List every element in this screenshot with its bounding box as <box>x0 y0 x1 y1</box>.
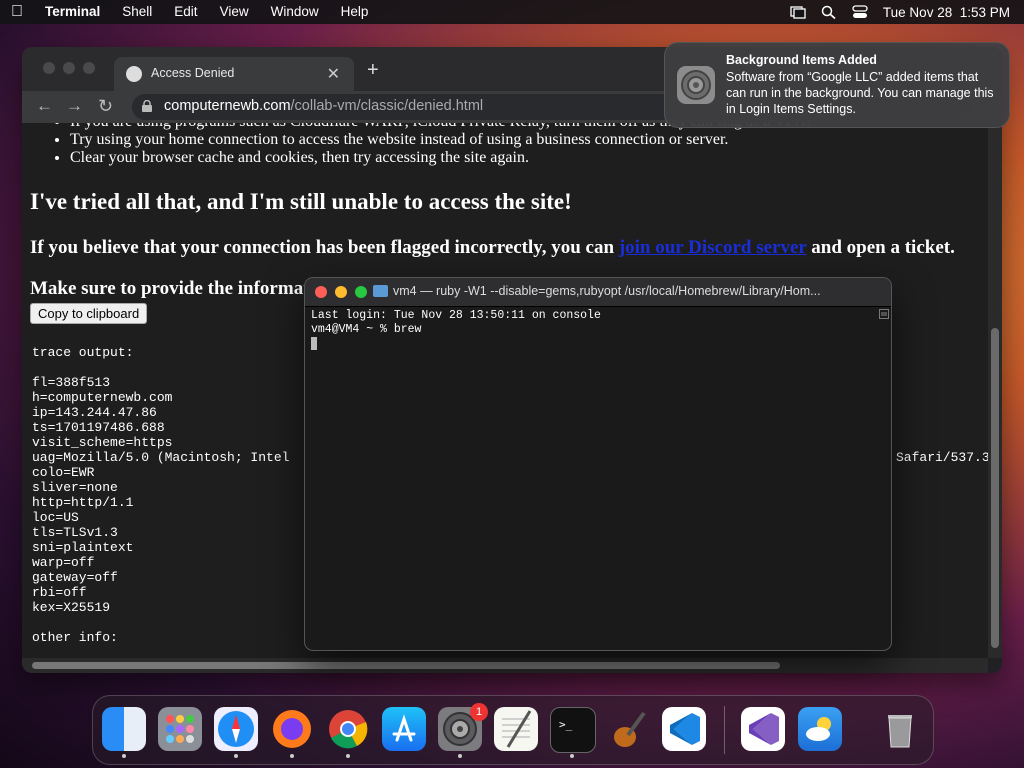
horizontal-scrollbar[interactable] <box>22 658 988 673</box>
running-indicator <box>570 754 574 758</box>
url-text: computernewb.com/collab-vm/classic/denie… <box>164 98 483 114</box>
discord-link[interactable]: join our Discord server <box>619 237 807 258</box>
scroll-thumb[interactable] <box>991 328 999 648</box>
terminal-cursor <box>311 337 317 350</box>
menu-view[interactable]: View <box>209 0 260 24</box>
terminal-titlebar[interactable]: vm4 — ruby -W1 --disable=gems,rubyopt /u… <box>305 278 891 307</box>
terminal-output[interactable]: Last login: Tue Nov 28 13:50:11 on conso… <box>311 309 601 352</box>
notification-banner[interactable]: Background Items Added Software from “Go… <box>664 42 1010 128</box>
svg-text:>_: >_ <box>559 718 573 731</box>
make-sure-text: Make sure to provide the informat <box>30 278 310 299</box>
url-host: computernewb.com <box>164 98 291 114</box>
notification-title: Background Items Added <box>726 53 877 67</box>
scroll-thumb[interactable] <box>32 662 780 669</box>
menu-help[interactable]: Help <box>330 0 380 24</box>
terminal-scrollbar[interactable] <box>879 308 889 648</box>
page-heading: I've tried all that, and I'm still unabl… <box>30 189 572 214</box>
running-indicator <box>234 754 238 758</box>
trash-icon[interactable] <box>878 707 922 751</box>
firefox-icon[interactable] <box>270 707 314 751</box>
terminal-line: vm4@VM4 ~ % brew <box>311 323 422 336</box>
favicon-icon <box>126 66 142 82</box>
dock-separator <box>724 706 725 754</box>
notification-body: Software from “Google LLC” added items t… <box>726 70 994 116</box>
menu-bar:  Terminal Shell Edit View Window Help T… <box>0 0 1024 24</box>
terminal-close-button[interactable] <box>315 286 327 298</box>
tab-access-denied[interactable]: Access Denied ✕ <box>114 57 354 91</box>
new-tab-icon[interactable]: + <box>367 59 379 82</box>
folder-icon <box>373 285 388 297</box>
garageband-icon[interactable] <box>606 707 650 751</box>
app-store-icon[interactable] <box>382 707 426 751</box>
menu-edit[interactable]: Edit <box>163 0 208 24</box>
uag-tail-text: Safari/537.3 <box>896 450 988 465</box>
weather-icon[interactable] <box>798 707 842 751</box>
reload-icon[interactable]: ↻ <box>98 96 113 117</box>
menu-window[interactable]: Window <box>260 0 330 24</box>
trace-output: trace output: fl=388f513 h=computernewb.… <box>32 345 290 645</box>
back-icon[interactable]: ← <box>36 96 53 116</box>
forward-icon[interactable]: → <box>66 96 83 116</box>
tab-title: Access Denied <box>151 66 235 80</box>
running-indicator <box>458 754 462 758</box>
tips-list: If you are using programs such as Cloudf… <box>22 123 810 167</box>
list-item: Try using your home connection to access… <box>70 131 810 149</box>
vertical-scrollbar[interactable] <box>988 123 1002 658</box>
safari-icon[interactable] <box>214 707 258 751</box>
terminal-minimize-button[interactable] <box>335 286 347 298</box>
visual-studio-icon[interactable] <box>741 707 785 751</box>
control-center-icon[interactable] <box>852 5 868 19</box>
lock-icon <box>142 99 152 112</box>
terminal-zoom-button[interactable] <box>355 286 367 298</box>
apple-menu-icon[interactable]:  <box>0 0 34 24</box>
terminal-title: vm4 — ruby -W1 --disable=gems,rubyopt /u… <box>393 284 821 298</box>
close-tab-icon[interactable]: ✕ <box>327 64 340 84</box>
minimize-window-button[interactable] <box>63 62 75 74</box>
running-indicator <box>290 754 294 758</box>
dock: 1 >_ <box>92 695 934 765</box>
url-path: /collab-vm/classic/denied.html <box>290 98 484 114</box>
discord-paragraph: If you believe that your connection has … <box>30 237 955 259</box>
running-indicator <box>122 754 126 758</box>
menu-clock[interactable]: Tue Nov 28 1:53 PM <box>883 5 1010 20</box>
menu-shell[interactable]: Shell <box>111 0 163 24</box>
textedit-icon[interactable] <box>494 707 538 751</box>
system-settings-icon <box>677 66 715 104</box>
list-item: Clear your browser cache and cookies, th… <box>70 149 810 167</box>
terminal-window[interactable]: vm4 — ruby -W1 --disable=gems,rubyopt /u… <box>304 277 892 651</box>
terminal-icon[interactable]: >_ <box>550 707 596 753</box>
screen-mirroring-icon[interactable] <box>790 5 806 19</box>
launchpad-icon[interactable] <box>158 707 202 751</box>
discord-text-pre: If you believe that your connection has … <box>30 237 619 258</box>
finder-icon[interactable] <box>102 707 146 751</box>
zoom-window-button[interactable] <box>83 62 95 74</box>
terminal-line: Last login: Tue Nov 28 13:50:11 on conso… <box>311 309 601 322</box>
discord-text-post: and open a ticket. <box>806 237 955 258</box>
spotlight-search-icon[interactable] <box>821 5 837 20</box>
app-menu[interactable]: Terminal <box>34 0 111 24</box>
chrome-icon[interactable] <box>326 707 370 751</box>
running-indicator <box>346 754 350 758</box>
vscode-icon[interactable] <box>662 707 706 751</box>
close-window-button[interactable] <box>43 62 55 74</box>
copy-to-clipboard-button[interactable]: Copy to clipboard <box>30 303 148 324</box>
notification-badge: 1 <box>470 703 488 721</box>
